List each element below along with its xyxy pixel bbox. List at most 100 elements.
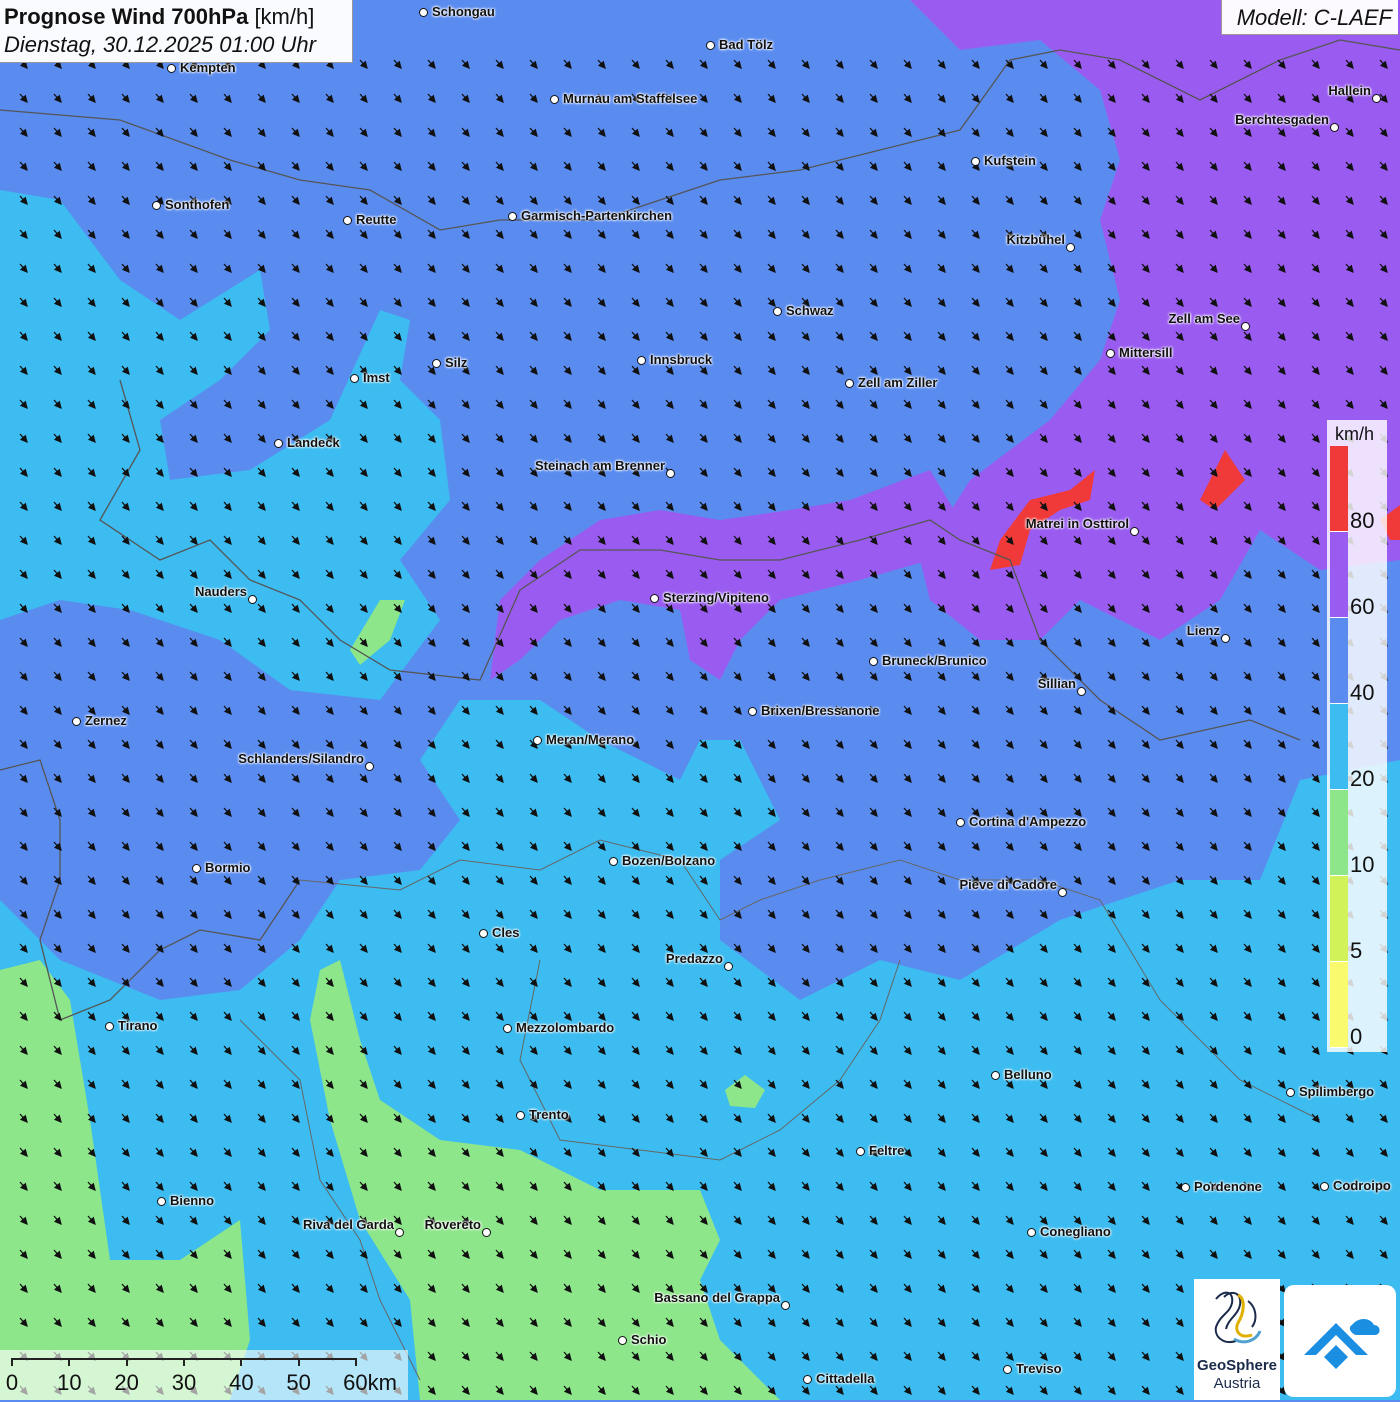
city-marker	[419, 8, 428, 17]
city-label: Pieve di Cadore	[959, 877, 1057, 892]
city-label: Matrei in Osttirol	[1025, 516, 1129, 531]
city-marker	[1106, 349, 1115, 358]
city-marker	[1058, 888, 1067, 897]
city-marker	[724, 962, 733, 971]
city-label: Codroipo	[1333, 1178, 1391, 1193]
city-marker	[803, 1375, 812, 1384]
city-label: Predazzo	[665, 951, 723, 966]
city-label: Bruneck/Brunico	[882, 653, 987, 668]
city-label: Schongau	[432, 4, 495, 19]
city-marker	[503, 1024, 512, 1033]
legend-colorbar	[1330, 446, 1348, 1048]
legend-swatch	[1330, 532, 1348, 618]
city-label: Landeck	[287, 435, 340, 450]
scale-tick	[11, 1358, 13, 1366]
city-marker	[1077, 687, 1086, 696]
city-marker	[365, 762, 374, 771]
city-marker	[167, 64, 176, 73]
city-marker	[706, 41, 715, 50]
scale-label: 30	[171, 1370, 197, 1395]
city-label: Kempten	[180, 60, 236, 75]
city-marker	[152, 201, 161, 210]
city-label: Tirano	[118, 1018, 158, 1033]
scale-tick	[125, 1358, 128, 1366]
model-label: Modell: C-LAEF	[1236, 5, 1392, 30]
city-marker	[72, 717, 81, 726]
city-label: Steinach am Brenner	[534, 458, 665, 473]
city-marker	[956, 818, 965, 827]
legend-swatch	[1330, 446, 1348, 532]
scale-label: 10	[57, 1370, 82, 1395]
city-label: Pordenone	[1194, 1179, 1262, 1194]
city-marker	[609, 857, 618, 866]
legend-swatch	[1330, 790, 1348, 876]
city-marker	[550, 95, 559, 104]
city-label: Bassano del Grappa	[654, 1290, 780, 1305]
city-marker	[991, 1071, 1000, 1080]
title-panel: Prognose Wind 700hPa [km/h] Dienstag, 30…	[0, 0, 353, 63]
city-marker	[869, 657, 878, 666]
legend-label: 20	[1350, 766, 1375, 791]
legend-swatch	[1330, 962, 1348, 1048]
geosphere-logo: GeoSphere Austria	[1194, 1279, 1280, 1400]
forecast-datetime: Dienstag, 30.12.2025 01:00 Uhr	[4, 32, 316, 57]
legend-unit: km/h	[1335, 424, 1375, 444]
city-marker	[395, 1228, 404, 1237]
wetter-app-icon	[1304, 1319, 1380, 1369]
geosphere-emblem-icon	[1214, 1291, 1262, 1344]
city-label: Bienno	[170, 1193, 215, 1208]
city-label: Murnau am Staffelsee	[563, 91, 698, 106]
city-marker	[350, 374, 359, 383]
city-marker	[1286, 1088, 1295, 1097]
city-marker	[508, 212, 517, 221]
city-marker	[1241, 322, 1250, 331]
city-marker	[971, 157, 980, 166]
city-marker	[157, 1197, 166, 1206]
city-label: Bormio	[205, 860, 251, 875]
city-label: Silz	[445, 355, 468, 370]
city-label: Zell am Ziller	[858, 375, 938, 390]
city-label: Sonthofen	[165, 197, 230, 212]
city-label: Mittersill	[1119, 345, 1173, 360]
scale-tick	[68, 1358, 71, 1366]
city-label: Nauders	[194, 584, 247, 599]
city-label: Trento	[529, 1107, 569, 1122]
model-panel: Modell: C-LAEF	[1221, 0, 1398, 35]
city-marker	[432, 359, 441, 368]
city-label: Garmisch-Partenkirchen	[521, 208, 673, 223]
city-marker	[533, 736, 542, 745]
legend-swatch	[1330, 618, 1348, 704]
city-label: Schwaz	[786, 303, 834, 318]
city-marker	[1181, 1183, 1190, 1192]
city-label: Lienz	[1186, 623, 1220, 638]
city-marker	[1372, 94, 1381, 103]
scale-tick	[240, 1358, 243, 1366]
city-label: Schio	[631, 1332, 667, 1347]
city-marker	[637, 356, 646, 365]
city-label: Cortina d'Ampezzo	[969, 814, 1087, 829]
scale-tick	[183, 1358, 185, 1366]
city-label: Cittadella	[816, 1371, 875, 1386]
app-logo	[1284, 1285, 1396, 1397]
city-label: Zernez	[85, 713, 127, 728]
city-label: Bad Tölz	[719, 37, 774, 52]
legend-label: 10	[1350, 852, 1375, 877]
city-label: Mezzolombardo	[516, 1020, 615, 1035]
scale-label: 0	[5, 1370, 19, 1395]
city-marker	[274, 439, 283, 448]
city-label: Riva del Garda	[302, 1217, 394, 1232]
city-marker	[479, 929, 488, 938]
city-label: Zell am See	[1168, 311, 1240, 326]
scale-label: 60km	[343, 1370, 397, 1395]
city-label: Reutte	[356, 212, 397, 227]
legend-swatch	[1330, 876, 1348, 962]
legend-label: 60	[1350, 594, 1375, 619]
city-label: Innsbruck	[650, 352, 713, 367]
city-label: Meran/Merano	[546, 732, 635, 747]
scale-label: 20	[114, 1370, 139, 1395]
scale-label: 50	[286, 1370, 311, 1395]
scale-bar: 0 10 20 30 40 50 60km	[0, 1350, 408, 1400]
city-marker	[1130, 527, 1139, 536]
city-marker	[666, 469, 675, 478]
city-label: Hallein	[1328, 83, 1371, 98]
